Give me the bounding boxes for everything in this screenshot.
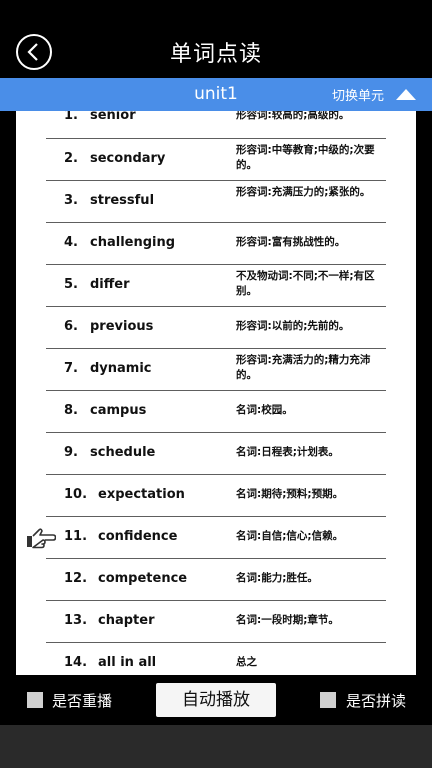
word-meaning: 形容词:富有挑战性的。 — [236, 236, 346, 248]
unit-bar: unit1 切换单元 — [0, 78, 432, 111]
switch-unit-label: 切换单元 — [331, 89, 384, 104]
word-meaning: 形容词:充满活力的;精力充沛的。 — [236, 354, 371, 381]
word-text: differ — [90, 277, 130, 292]
word-text: all in all — [98, 655, 157, 670]
list-item[interactable]: 14. all in all 总之 — [16, 643, 416, 675]
app-header: 单词点读 — [0, 0, 432, 78]
list-item[interactable]: 1. senior 形容词:较高的;高级的。 — [16, 111, 416, 139]
word-text: previous — [90, 319, 154, 334]
word-text: dynamic — [90, 361, 152, 376]
word-meaning: 形容词:充满压力的;紧张的。 — [236, 186, 371, 198]
list-item[interactable]: 10. expectation 名词:期待;预料;预期。 — [16, 475, 416, 517]
page-title: 单词点读 — [169, 42, 262, 67]
word-number: 11. — [64, 529, 88, 544]
spell-label: 是否拼读 — [346, 692, 407, 710]
word-number: 6. — [64, 319, 78, 334]
word-meaning: 不及物动词:不同;不一样;有区别。 — [236, 270, 375, 297]
hand-pointer-icon — [27, 528, 56, 549]
word-number: 14. — [64, 655, 88, 670]
word-text: secondary — [90, 151, 166, 166]
word-number: 5. — [64, 277, 78, 292]
switch-unit-button[interactable]: 切换单元 — [332, 78, 416, 111]
repeat-label: 是否重播 — [52, 692, 113, 710]
word-number: 8. — [64, 403, 78, 418]
word-meaning: 名词:校园。 — [236, 404, 293, 416]
control-bar: 是否重播 自动播放 是否拼读 — [0, 675, 432, 725]
word-number: 9. — [64, 445, 78, 460]
word-number: 2. — [64, 151, 78, 166]
word-text: chapter — [98, 613, 155, 628]
word-text: stressful — [90, 193, 155, 208]
list-item[interactable]: 6. previous 形容词:以前的;先前的。 — [16, 307, 416, 349]
word-meaning: 名词:期待;预料;预期。 — [236, 488, 344, 500]
word-number: 13. — [64, 613, 88, 628]
word-meaning: 形容词:中等教育;中级的;次要的。 — [236, 144, 375, 171]
list-item[interactable]: 3. stressful 形容词:充满压力的;紧张的。 — [16, 181, 416, 223]
spell-checkbox[interactable] — [320, 692, 336, 708]
word-text: senior — [90, 111, 136, 123]
list-item[interactable]: 9. schedule 名词:日程表;计划表。 — [16, 433, 416, 475]
word-text: schedule — [90, 445, 156, 460]
auto-play-button[interactable]: 自动播放 — [156, 683, 276, 717]
list-item[interactable]: 13. chapter 名词:一段时期;章节。 — [16, 601, 416, 643]
list-item[interactable]: 11. confidence 名词:自信;信心;信赖。 — [16, 517, 416, 559]
word-meaning: 形容词:较高的;高级的。 — [236, 111, 350, 121]
list-item[interactable]: 8. campus 名词:校园。 — [16, 391, 416, 433]
word-number: 10. — [64, 487, 88, 502]
word-number: 4. — [64, 235, 78, 250]
repeat-checkbox[interactable] — [27, 692, 43, 708]
word-text: challenging — [90, 235, 176, 250]
list-item[interactable]: 4. challenging 形容词:富有挑战性的。 — [16, 223, 416, 265]
word-meaning: 名词:一段时期;章节。 — [236, 614, 339, 626]
word-text: campus — [90, 403, 147, 418]
word-meaning: 总之 — [236, 656, 257, 668]
footer-bar — [0, 725, 432, 768]
word-number: 7. — [64, 361, 78, 376]
word-number: 3. — [64, 193, 78, 208]
word-number: 1. — [64, 111, 78, 123]
word-text: confidence — [98, 529, 178, 544]
word-meaning: 形容词:以前的;先前的。 — [236, 320, 350, 332]
word-meaning: 名词:自信;信心;信赖。 — [236, 530, 344, 542]
triangle-up-icon — [396, 89, 416, 100]
word-meaning: 名词:能力;胜任。 — [236, 572, 318, 584]
list-item[interactable]: 5. differ 不及物动词:不同;不一样;有区别。 — [16, 265, 416, 307]
list-item[interactable]: 2. secondary 形容词:中等教育;中级的;次要的。 — [16, 139, 416, 181]
list-item[interactable]: 12. competence 名词:能力;胜任。 — [16, 559, 416, 601]
word-list[interactable]: 1. senior 形容词:较高的;高级的。 2. secondary 形容词:… — [16, 111, 416, 675]
list-item[interactable]: 7. dynamic 形容词:充满活力的;精力充沛的。 — [16, 349, 416, 391]
word-text: competence — [98, 571, 188, 586]
word-meaning: 名词:日程表;计划表。 — [236, 446, 339, 458]
word-number: 12. — [64, 571, 88, 586]
word-text: expectation — [98, 487, 185, 502]
